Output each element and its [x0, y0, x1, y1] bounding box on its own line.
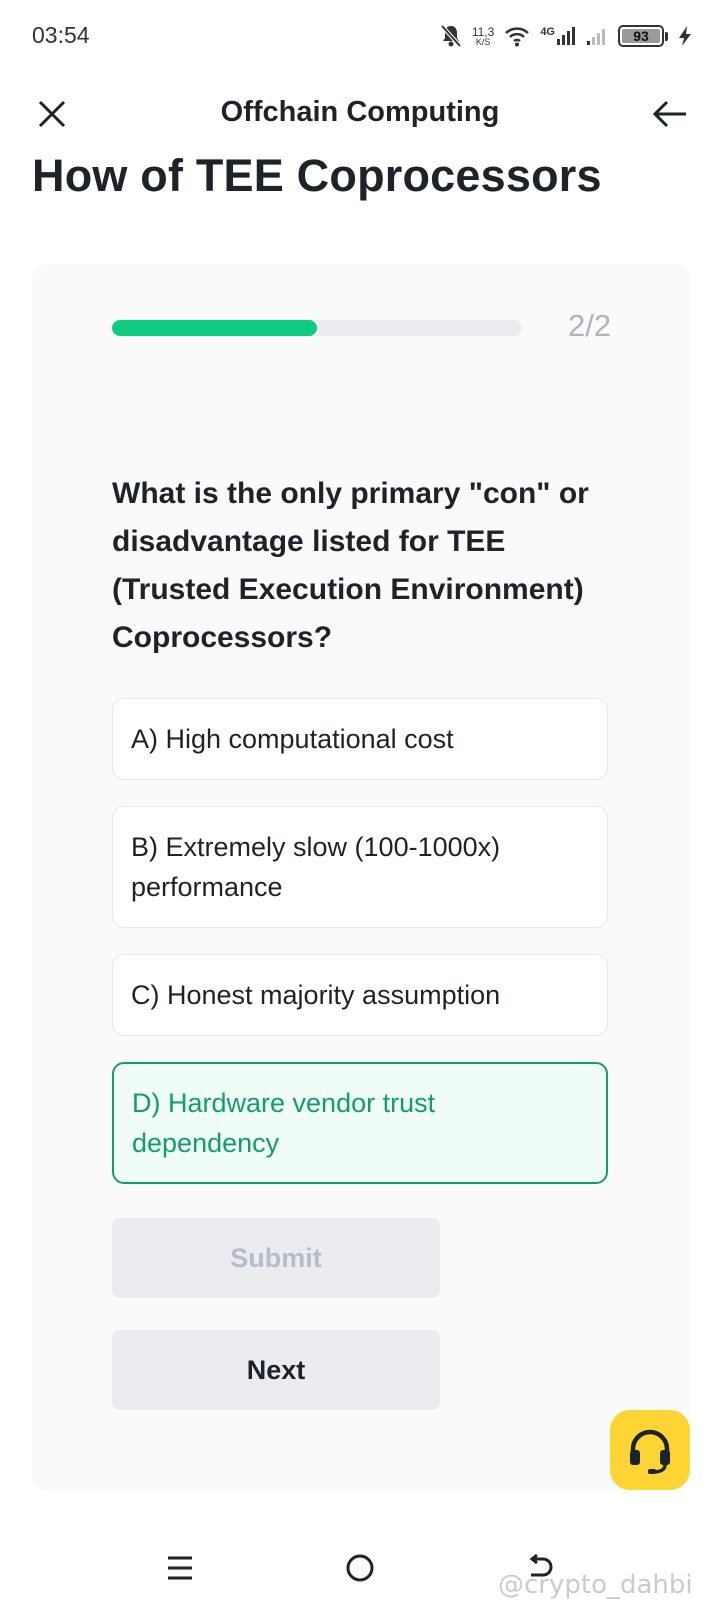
network-type: 4G: [540, 26, 555, 38]
next-button[interactable]: Next: [112, 1330, 440, 1410]
net-speed: 11,3 K/S: [472, 26, 494, 47]
page-title: How of TEE Coprocessors: [32, 150, 602, 201]
option-label: C) Honest majority assumption: [131, 980, 501, 1010]
header: Offchain Computing: [0, 80, 720, 152]
net-speed-unit: K/S: [475, 36, 491, 47]
home-circle-icon: [346, 1554, 374, 1582]
header-title: Offchain Computing: [220, 96, 500, 128]
watermark: @crypto_dahbi: [498, 1570, 693, 1600]
bell-off-icon: [440, 24, 462, 48]
charging-icon: [678, 25, 692, 47]
headset-icon: [630, 1429, 670, 1474]
menu-icon: [168, 1556, 192, 1580]
option-d[interactable]: D) Hardware vendor trust dependency: [112, 1062, 608, 1184]
arrow-left-icon: [652, 100, 686, 128]
signal-weak-icon: [586, 26, 608, 46]
battery-indicator: 93: [618, 25, 668, 47]
submit-button[interactable]: Submit: [112, 1218, 440, 1298]
nav-home-button[interactable]: [338, 1546, 382, 1590]
question-text: What is the only primary "con" or disadv…: [112, 477, 589, 654]
back-button[interactable]: [646, 90, 694, 138]
wifi-icon: [504, 25, 530, 47]
option-c[interactable]: C) Honest majority assumption: [112, 954, 608, 1036]
net-speed-value: 11,3: [471, 24, 495, 39]
status-bar: 03:54 11,3 K/S 4G 93: [0, 0, 720, 72]
status-time: 03:54: [32, 22, 90, 48]
support-button[interactable]: [610, 1410, 690, 1490]
option-b[interactable]: B) Extremely slow (100-1000x) performanc…: [112, 806, 608, 928]
status-icons: 11,3 K/S 4G 93: [440, 20, 692, 52]
nav-menu-button[interactable]: [158, 1546, 202, 1590]
signal-4g: 4G: [540, 26, 576, 46]
option-a[interactable]: A) High computational cost: [112, 698, 608, 780]
option-label: A) High computational cost: [131, 724, 454, 754]
signal-icon: [557, 27, 575, 45]
progress-bar: [112, 320, 522, 336]
option-label: D) Hardware vendor trust dependency: [132, 1088, 436, 1158]
quiz-card: 2/2 What is the only primary "con" or di…: [32, 264, 690, 1490]
battery-level: 93: [633, 28, 649, 44]
option-label: B) Extremely slow (100-1000x) performanc…: [131, 832, 501, 902]
progress-label: 2/2: [568, 308, 612, 343]
progress-fill: [112, 320, 317, 336]
battery-icon: 93: [618, 25, 664, 47]
